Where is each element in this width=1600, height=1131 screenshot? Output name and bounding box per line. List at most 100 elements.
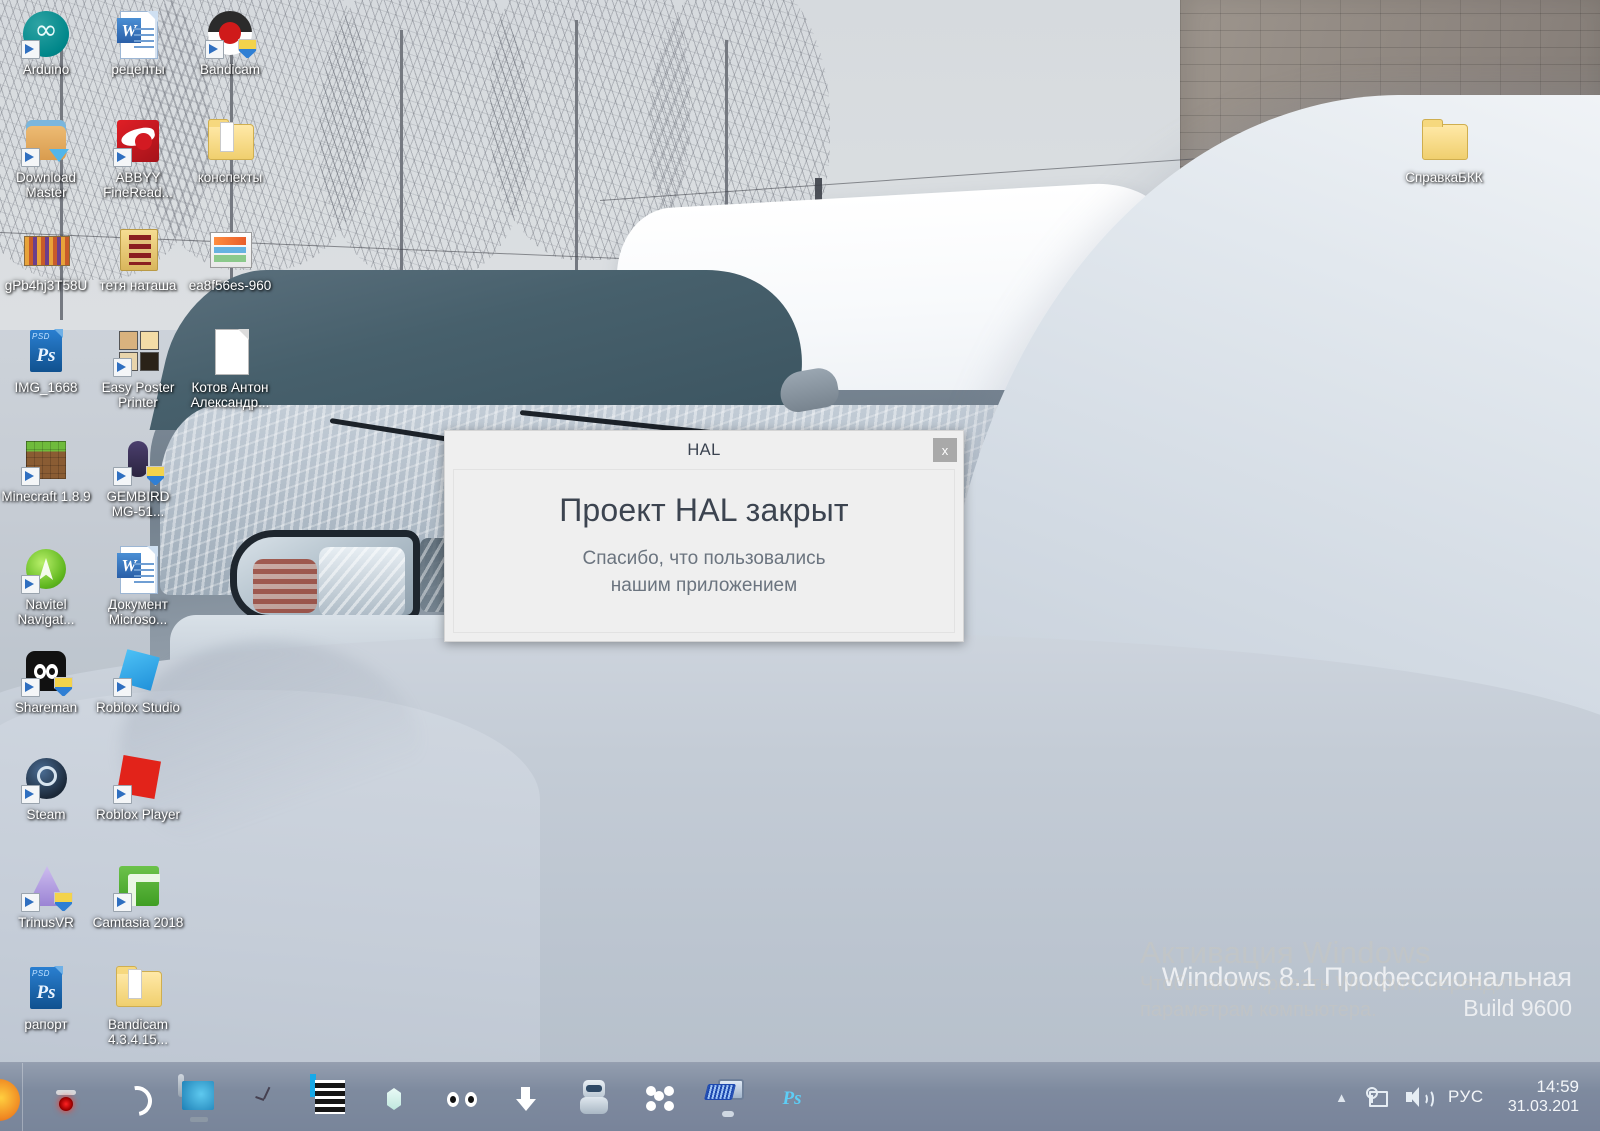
dialog-message-line-2: нашим приложением (610, 575, 798, 596)
teamviewer-monitor-icon (178, 1074, 184, 1097)
icon-label: gPb4hj3T58U (4, 278, 88, 293)
desktop-icon-recipes[interactable]: W рецепты (92, 10, 184, 77)
roblox-player-icon (113, 754, 162, 804)
desktop-icon-camtasia[interactable]: Camtasia 2018 (92, 863, 184, 930)
desktop-icon-document-microsoft[interactable]: W Документ Microso... (92, 545, 184, 627)
icon-label: ea8f56es-960 (188, 278, 272, 293)
language-indicator: РУС (1447, 1087, 1484, 1106)
word-document-icon: W (114, 545, 162, 594)
folder-icon (114, 965, 162, 1013)
icon-label: Minecraft 1.8.9 (1, 489, 91, 504)
folder-icon (206, 118, 254, 166)
download-master-icon (21, 118, 70, 167)
icon-label: Bandicam 4.3.4.15... (107, 1017, 169, 1047)
desktop-icon-steam[interactable]: Steam (0, 755, 92, 822)
desktop-icon-kotov-anton[interactable]: Котов Антон Александр... (184, 328, 276, 410)
desktop-icon-img-1668[interactable]: PSD Ps IMG_1668 (0, 328, 92, 395)
desktop-icon-minecraft[interactable]: Minecraft 1.8.9 (0, 437, 92, 504)
chevron-up-icon: ▲ (1335, 1089, 1348, 1105)
folder-with-photos-icon (114, 226, 162, 274)
taskbar-button-shareman[interactable] (429, 1063, 495, 1131)
desktop-icon-ea8f56es-960[interactable]: ea8f56es-960 (184, 226, 276, 293)
desktop-screen: Активация Windows Чтобы активировать Win… (0, 0, 1600, 1131)
taskbar-button-teamviewer[interactable] (165, 1063, 231, 1131)
film-strip-icon (310, 1074, 344, 1113)
icon-label: Navitel Navigat... (17, 597, 75, 627)
headlight (230, 530, 420, 622)
desktop-icon-abbyy-finereader[interactable]: ABBYY FineRead... (92, 118, 184, 200)
arduino-icon (21, 10, 70, 59)
folder-icon (1420, 118, 1468, 166)
taskbar-button-hal-app[interactable] (33, 1063, 99, 1131)
icon-label: СправкаБКК (1405, 170, 1483, 185)
taskbar-button-clock-app[interactable] (231, 1063, 297, 1131)
taskbar-button-photoshop[interactable] (759, 1063, 825, 1131)
speaker-icon (1405, 1087, 1434, 1109)
dialog-titlebar[interactable]: HAL x (445, 431, 963, 469)
hal-dialog-window[interactable]: HAL x Проект HAL закрыт Спасибо, что пол… (444, 430, 964, 642)
desktop-icon-easy-poster-printer[interactable]: Easy Poster Printer (92, 328, 184, 410)
dialog-body: Проект HAL закрыт Спасибо, что пользовал… (453, 469, 955, 633)
desktop-icon-shareman[interactable]: Shareman (0, 648, 92, 715)
desktop-icon-trinusvr[interactable]: TrinusVR (0, 863, 92, 930)
icon-label: ABBYY FineRead... (103, 170, 173, 200)
icon-label: тетя наташа (99, 278, 177, 293)
desktop-icon-gpb4hj3t58u[interactable]: gPb4hj3T58U (0, 226, 92, 293)
taskbar-button-robot-app[interactable] (561, 1063, 627, 1131)
photoshop-psd-icon: PSD Ps (22, 965, 70, 1013)
tray-network-button[interactable] (1357, 1063, 1397, 1131)
desktop-icon-download-master[interactable]: Download Master (0, 118, 92, 200)
dialog-headline: Проект HAL закрыт (559, 492, 849, 528)
tray-overflow-button[interactable]: ▲ (1326, 1063, 1357, 1131)
steam-icon (21, 755, 70, 804)
system-tray: ▲ РУС 14:59 31.03.201 (1326, 1063, 1600, 1131)
icon-label: Котов Антон Александр... (190, 380, 270, 410)
tray-volume-button[interactable] (1397, 1063, 1439, 1131)
navitel-navigator-icon (21, 545, 70, 594)
taskbar[interactable]: ▲ РУС 14:59 31.03.201 (0, 1062, 1600, 1131)
icon-label: Документ Microso... (108, 597, 168, 627)
close-icon[interactable]: x (933, 438, 957, 462)
desktop-icon-tetya-natasha[interactable]: тетя наташа (92, 226, 184, 293)
image-thumbnail-icon (22, 226, 70, 274)
desktop-icon-bandicam-folder[interactable]: Bandicam 4.3.4.15... (92, 965, 184, 1047)
tray-clock[interactable]: 14:59 31.03.201 (1493, 1063, 1588, 1131)
icon-label: Camtasia 2018 (92, 915, 184, 930)
icon-label: Roblox Studio (95, 700, 181, 715)
camtasia-icon (113, 863, 162, 912)
desktop-icon-roblox-player[interactable]: Roblox Player (92, 754, 184, 822)
taskbar-button-download-manager[interactable] (495, 1063, 561, 1131)
taskbar-button-reel-app[interactable] (627, 1063, 693, 1131)
taskbar-button-bittorrent[interactable] (99, 1063, 165, 1131)
dialog-message-line-1: Спасибо, что пользовались (582, 548, 826, 569)
desktop-icon-gembird[interactable]: GEMBIRD MG-51... (92, 437, 184, 519)
icon-label: Roblox Player (95, 807, 181, 822)
icon-label: Arduino (22, 62, 70, 77)
roblox-studio-icon (113, 648, 162, 697)
desktop-icon-navitel[interactable]: Navitel Navigat... (0, 545, 92, 627)
blank-document-icon (206, 328, 254, 376)
clock-date: 31.03.201 (1507, 1098, 1579, 1115)
picture-icon (206, 226, 254, 274)
icon-label: IMG_1668 (14, 380, 78, 395)
network-icon (1365, 1087, 1388, 1107)
word-document-icon: W (114, 10, 162, 59)
icon-label: GEMBIRD MG-51... (106, 489, 170, 519)
desktop-icon-arduino[interactable]: Arduino (0, 10, 92, 77)
desktop-icon-roblox-studio[interactable]: Roblox Studio (92, 648, 184, 715)
desktop-icon-bandicam[interactable]: Bandicam (184, 10, 276, 77)
trinusvr-icon (21, 863, 73, 912)
icon-label: конспекты (197, 170, 263, 185)
tray-language-button[interactable]: РУС (1439, 1063, 1493, 1131)
taskbar-button-video-editor[interactable] (297, 1063, 363, 1131)
abbyy-finereader-icon (113, 118, 162, 167)
start-button[interactable] (0, 1063, 23, 1131)
desktop-icon-spravkabkk[interactable]: СправкаБКК (1398, 118, 1490, 185)
taskbar-button-gem-app[interactable] (363, 1063, 429, 1131)
taskbar-buttons (23, 1063, 825, 1131)
icon-label: рапорт (24, 1017, 68, 1032)
desktop-icon-konspekty[interactable]: конспекты (184, 118, 276, 185)
clock-time: 14:59 (1536, 1077, 1579, 1096)
taskbar-button-remote-desktop[interactable] (693, 1063, 759, 1131)
desktop-icon-raport[interactable]: PSD Ps рапорт (0, 965, 92, 1032)
